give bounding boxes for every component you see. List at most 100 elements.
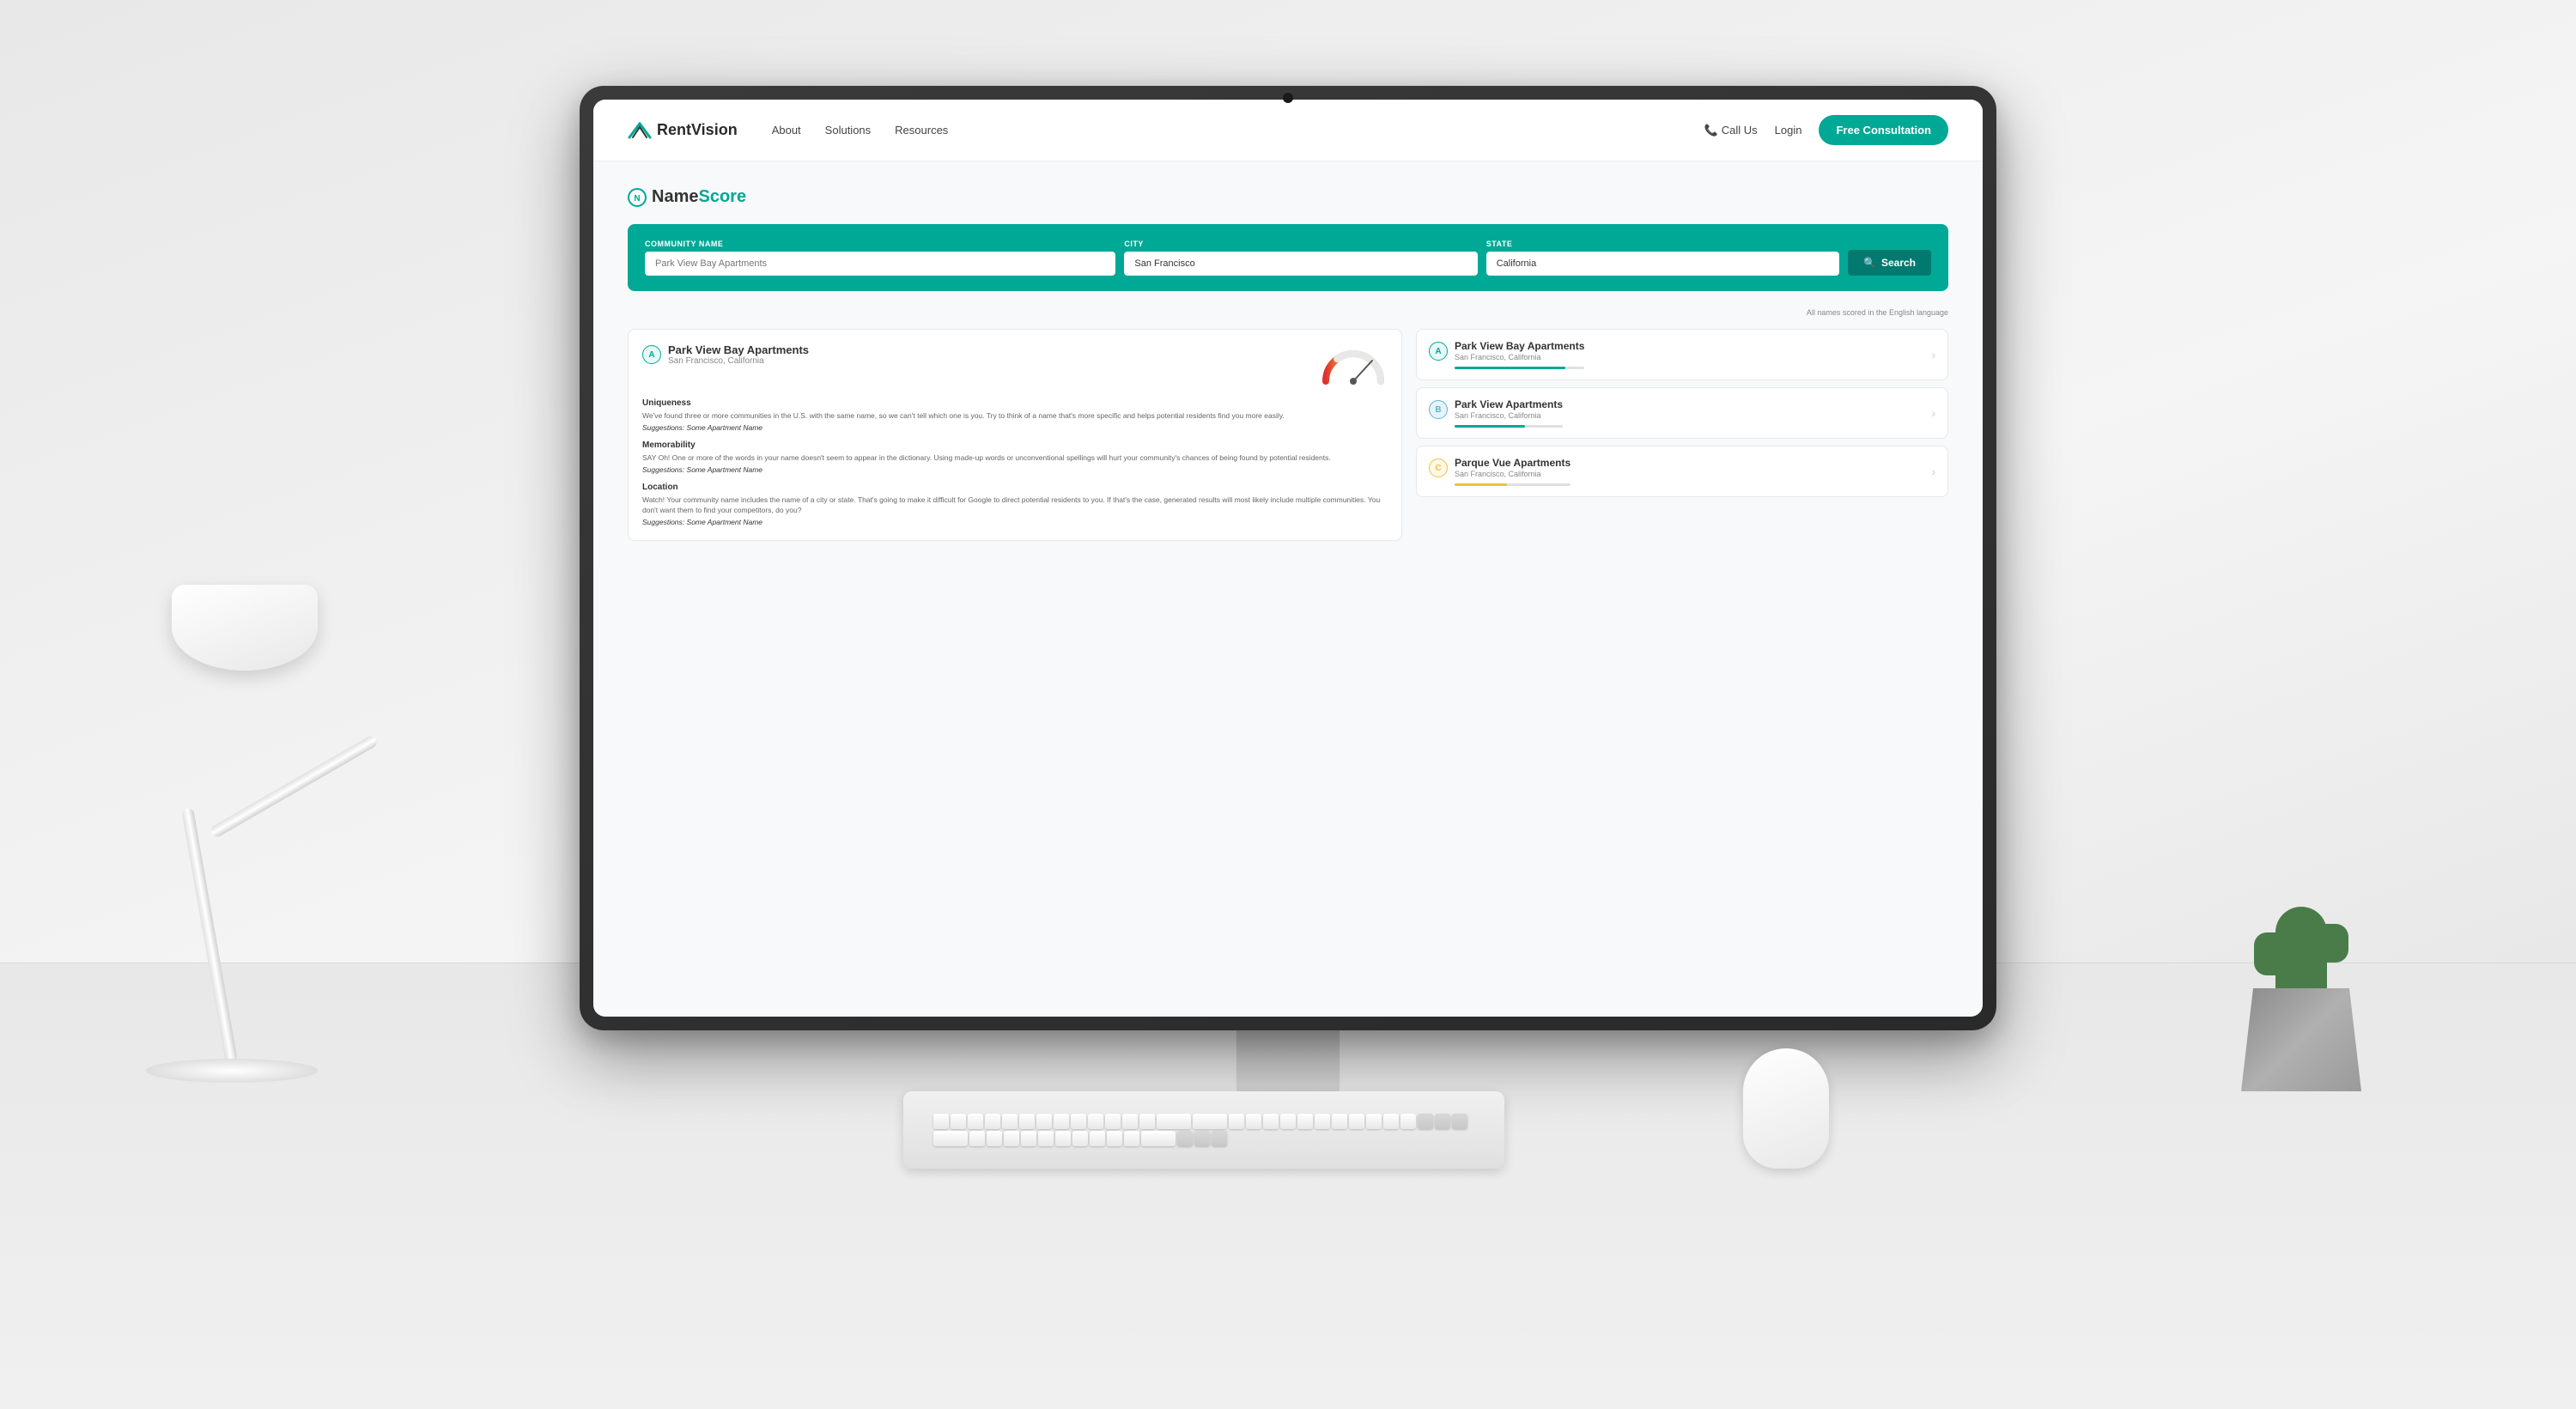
criteria-suggestion-location: Suggestions: Some Apartment Name: [642, 518, 1388, 526]
list-item-2[interactable]: C Parque Vue Apartments San Francisco, C…: [1416, 446, 1948, 497]
list-item-info-0: Park View Bay Apartments San Francisco, …: [1455, 340, 1584, 369]
result-name: Park View Bay Apartments: [668, 343, 809, 356]
namescore-logo: N NameScore: [628, 187, 1948, 207]
nav-logo: RentVision: [628, 121, 738, 139]
key[interactable]: [1315, 1114, 1330, 1129]
nav-link-resources[interactable]: Resources: [895, 124, 948, 137]
key[interactable]: [1088, 1114, 1103, 1129]
imac-screen-outer: RentVision About Solutions Resources 📞 C…: [580, 86, 1996, 1030]
key[interactable]: [985, 1114, 1000, 1129]
key[interactable]: [1072, 1131, 1088, 1146]
list-score-badge-2: C: [1429, 459, 1448, 477]
nav-login[interactable]: Login: [1775, 124, 1802, 137]
key[interactable]: [1122, 1114, 1138, 1129]
list-item-name-1: Park View Apartments: [1455, 398, 1563, 410]
state-select[interactable]: California New York Texas: [1486, 252, 1839, 276]
list-item-bar-0: [1455, 367, 1584, 369]
list-score-badge-0: A: [1429, 342, 1448, 361]
key[interactable]: [1054, 1114, 1069, 1129]
key[interactable]: [1263, 1114, 1279, 1129]
desk-lamp: [69, 585, 395, 1083]
list-item-1[interactable]: B Park View Apartments San Francisco, Ca…: [1416, 387, 1948, 439]
key[interactable]: [1297, 1114, 1313, 1129]
free-consultation-button[interactable]: Free Consultation: [1819, 115, 1948, 145]
criteria-title-memorability: Memorability: [642, 440, 1388, 450]
list-item-name-0: Park View Bay Apartments: [1455, 340, 1584, 352]
key[interactable]: [1400, 1114, 1416, 1129]
key[interactable]: [1349, 1114, 1364, 1129]
key[interactable]: [1107, 1131, 1122, 1146]
key[interactable]: [1090, 1131, 1105, 1146]
key[interactable]: [1036, 1114, 1052, 1129]
cactus-arm-right: [2323, 924, 2348, 963]
mouse[interactable]: [1743, 1048, 1829, 1169]
key[interactable]: [1246, 1114, 1261, 1129]
key-numpad[interactable]: [1212, 1131, 1227, 1146]
nav-link-solutions[interactable]: Solutions: [825, 124, 871, 137]
list-item-0[interactable]: A Park View Bay Apartments San Francisco…: [1416, 329, 1948, 380]
nav-call[interactable]: 📞 Call Us: [1704, 124, 1758, 137]
result-detail-panel: A Park View Bay Apartments San Francisco…: [628, 329, 1402, 541]
imac-camera: [1283, 93, 1293, 103]
criteria-desc-location: Watch! Your community name includes the …: [642, 495, 1388, 517]
key[interactable]: [1383, 1114, 1399, 1129]
key-numpad[interactable]: [1177, 1131, 1193, 1146]
cactus-pot: [2241, 988, 2361, 1091]
key[interactable]: [1280, 1114, 1296, 1129]
criteria-item-location: Location Watch! Your community name incl…: [642, 483, 1388, 527]
key-return[interactable]: [1141, 1131, 1176, 1146]
key[interactable]: [969, 1131, 985, 1146]
key[interactable]: [1002, 1114, 1018, 1129]
key[interactable]: [1004, 1131, 1019, 1146]
list-item-bar-1: [1455, 425, 1563, 428]
all-names-note: All names scored in the English language: [628, 308, 1948, 317]
key[interactable]: [1055, 1131, 1071, 1146]
lamp-arm: [209, 734, 379, 839]
community-name-input[interactable]: [645, 252, 1115, 276]
list-item-location-2: San Francisco, California: [1455, 470, 1571, 478]
key[interactable]: [1124, 1131, 1139, 1146]
imac-computer: RentVision About Solutions Resources 📞 C…: [580, 86, 1996, 1125]
key[interactable]: [1332, 1114, 1347, 1129]
city-input[interactable]: [1124, 252, 1477, 276]
state-group: STATE California New York Texas: [1486, 240, 1839, 276]
key[interactable]: [1038, 1131, 1054, 1146]
key[interactable]: [1105, 1114, 1121, 1129]
key-tab[interactable]: [1193, 1114, 1227, 1129]
keyboard-keys: [933, 1103, 1474, 1157]
keyboard[interactable]: [903, 1091, 1504, 1169]
list-item-location-1: San Francisco, California: [1455, 411, 1563, 420]
criteria-title-uniqueness: Uniqueness: [642, 398, 1388, 408]
results-area: A Park View Bay Apartments San Francisco…: [628, 329, 1948, 541]
list-item-bar-fill-1: [1455, 425, 1525, 428]
key[interactable]: [987, 1131, 1002, 1146]
key-caps[interactable]: [933, 1131, 968, 1146]
list-item-info-2: Parque Vue Apartments San Francisco, Cal…: [1455, 457, 1571, 486]
key-numpad[interactable]: [1418, 1114, 1433, 1129]
key-numpad[interactable]: [1194, 1131, 1210, 1146]
list-item-bar-fill-2: [1455, 483, 1507, 486]
criteria-item-uniqueness: Uniqueness We've found three or more com…: [642, 398, 1388, 432]
lamp-base: [146, 1059, 318, 1083]
key[interactable]: [1019, 1114, 1035, 1129]
key[interactable]: [1139, 1114, 1155, 1129]
key[interactable]: [1366, 1114, 1382, 1129]
criteria-suggestion-memorability: Suggestions: Some Apartment Name: [642, 465, 1388, 474]
nav-links: About Solutions Resources: [772, 124, 1704, 137]
nav-right: 📞 Call Us Login Free Consultation: [1704, 115, 1948, 145]
key[interactable]: [1021, 1131, 1036, 1146]
key[interactable]: [968, 1114, 983, 1129]
key[interactable]: [1071, 1114, 1086, 1129]
key[interactable]: [951, 1114, 966, 1129]
cactus-decoration: [2224, 907, 2379, 1091]
chevron-right-icon-2: ›: [1931, 465, 1935, 478]
nav-link-about[interactable]: About: [772, 124, 801, 137]
key[interactable]: [933, 1114, 949, 1129]
key-numpad[interactable]: [1435, 1114, 1450, 1129]
list-item-bar-fill-0: [1455, 367, 1565, 369]
key-delete[interactable]: [1157, 1114, 1191, 1129]
key[interactable]: [1229, 1114, 1244, 1129]
list-item-info-1: Park View Apartments San Francisco, Cali…: [1455, 398, 1563, 428]
key-numpad[interactable]: [1452, 1114, 1467, 1129]
search-button[interactable]: 🔍 Search: [1848, 250, 1931, 276]
